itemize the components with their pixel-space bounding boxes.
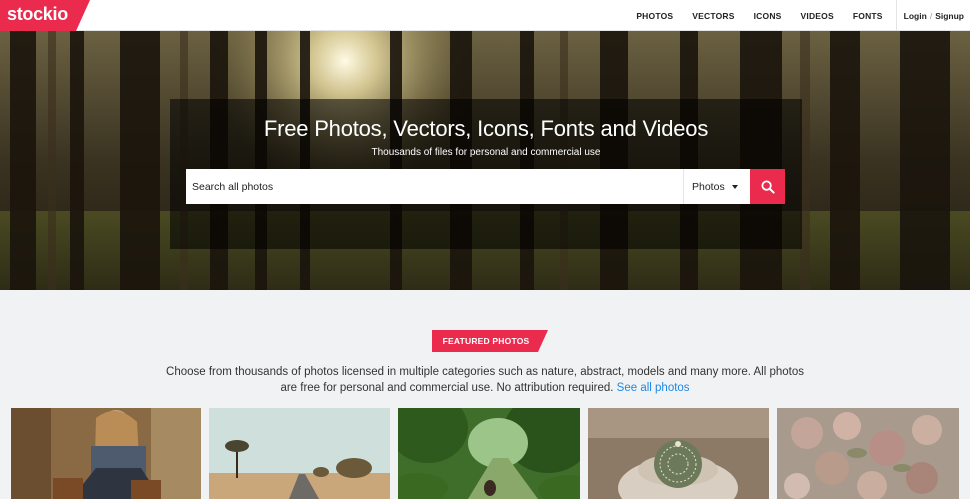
nav-icons[interactable]: ICONS — [754, 11, 782, 21]
search-type-value: Photos — [692, 180, 725, 193]
nav-vectors[interactable]: VECTORS — [692, 11, 734, 21]
thumbnail-desert-road[interactable] — [209, 408, 390, 499]
thumbnail-forest-path[interactable] — [398, 408, 580, 499]
search-button[interactable] — [750, 169, 785, 204]
featured-photos-label: FEATURED PHOTOS — [442, 336, 530, 346]
top-navigation-bar: stockio PHOTOS VECTORS ICONS VIDEOS FONT… — [0, 0, 970, 31]
stockio-logo[interactable]: stockio — [0, 0, 90, 31]
nav-photos[interactable]: PHOTOS — [636, 11, 673, 21]
featured-thumbnails — [0, 408, 970, 499]
main-nav: PHOTOS VECTORS ICONS VIDEOS FONTS Login … — [636, 0, 970, 31]
thumbnail-cactus[interactable] — [588, 408, 769, 499]
hero-subtitle: Thousands of files for personal and comm… — [371, 147, 601, 158]
featured-description: Choose from thousands of photos licensed… — [160, 364, 810, 396]
logo-text: stockio — [7, 4, 68, 24]
login-link[interactable]: Login — [904, 11, 927, 21]
caret-down-icon — [731, 184, 738, 189]
signup-link[interactable]: Signup — [935, 11, 964, 21]
search-input[interactable] — [186, 169, 682, 204]
search-box: Photos — [186, 169, 750, 204]
nav-videos[interactable]: VIDEOS — [801, 11, 834, 21]
thumbnail-woman-with-boots[interactable] — [11, 408, 201, 499]
search-type-dropdown[interactable]: Photos — [683, 169, 750, 204]
thumbnail-dried-roses[interactable] — [777, 408, 959, 499]
featured-description-text: Choose from thousands of photos licensed… — [166, 366, 804, 394]
nav-fonts[interactable]: FONTS — [853, 11, 883, 21]
auth-links: Login / Signup — [897, 11, 970, 21]
see-all-photos-link[interactable]: See all photos — [617, 382, 690, 394]
featured-photos-badge: FEATURED PHOTOS — [432, 330, 548, 352]
search-icon — [761, 180, 775, 194]
hero-title: Free Photos, Vectors, Icons, Fonts and V… — [263, 116, 709, 141]
search-panel: Free Photos, Vectors, Icons, Fonts and V… — [170, 99, 802, 249]
hero-section: Free Photos, Vectors, Icons, Fonts and V… — [0, 31, 970, 290]
auth-separator: / — [929, 10, 933, 21]
